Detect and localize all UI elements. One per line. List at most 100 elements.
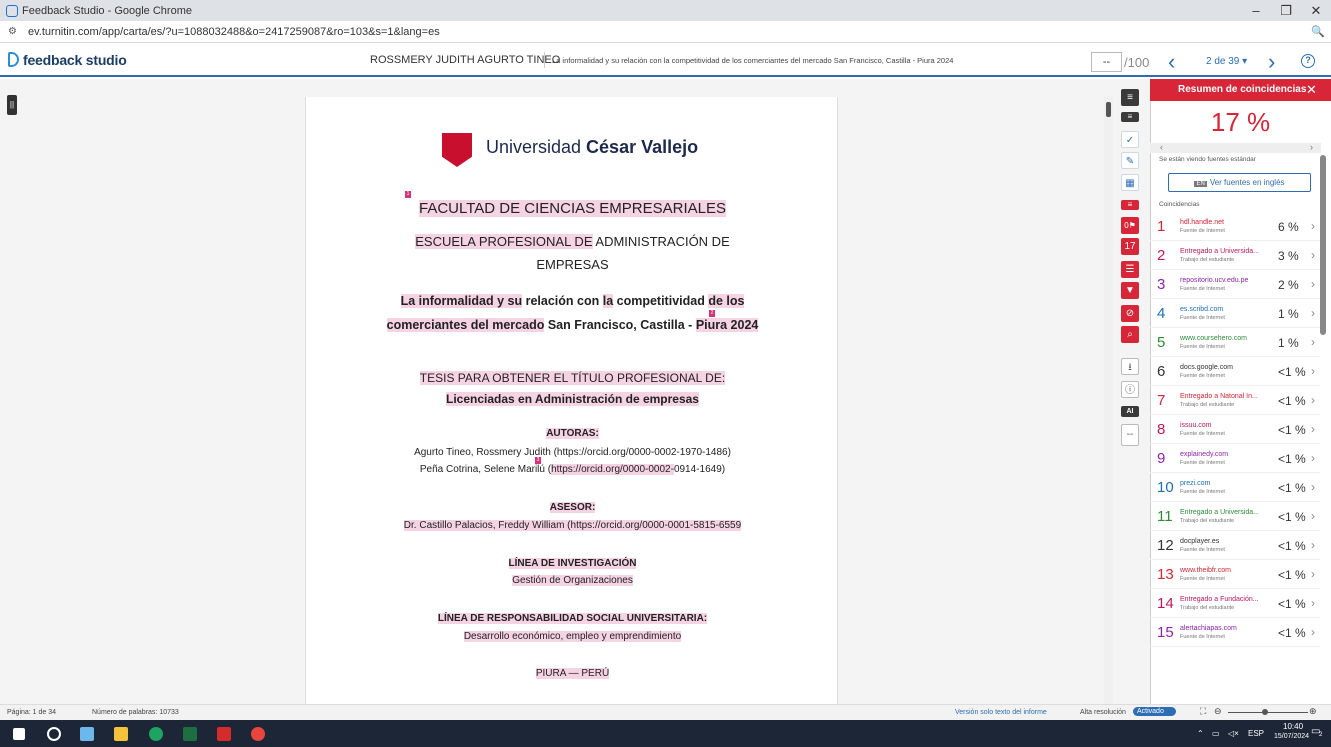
chevron-right-icon[interactable]: ›	[1311, 509, 1315, 523]
grading-grid-icon[interactable]: ▦	[1121, 174, 1139, 191]
chrome-icon[interactable]	[149, 727, 163, 741]
match-row[interactable]: 11 Entregado a Universida... Trabajo del e…	[1150, 502, 1320, 531]
ai-writing-label[interactable]: AI	[1121, 406, 1139, 417]
research-line-text[interactable]: Gestión de Organizaciones	[512, 575, 633, 586]
match-source[interactable]: Entregado a Universida...	[1180, 509, 1259, 516]
maximize-button[interactable]: ❐	[1271, 3, 1301, 19]
match-source[interactable]: www.theibfr.com	[1180, 567, 1231, 574]
zoom-slider[interactable]	[1228, 712, 1308, 713]
title-segment[interactable]: la	[602, 294, 614, 308]
panel-close-icon[interactable]: ✕	[1306, 82, 1317, 98]
match-row[interactable]: 6 docs.google.com Fuente de Internet <1 % ›	[1150, 357, 1320, 386]
title-segment[interactable]: La informalidad y su	[400, 294, 523, 308]
degree-text[interactable]: Licenciadas en Administración de empresa…	[446, 392, 699, 406]
chevron-right-icon[interactable]: ›	[1311, 538, 1315, 552]
minimize-button[interactable]: –	[1241, 3, 1271, 18]
high-res-toggle[interactable]: Activado	[1133, 707, 1176, 716]
match-row[interactable]: 4 es.scribd.com Fuente de Internet 1 % ›	[1150, 299, 1320, 328]
match-source[interactable]: explainedy.com	[1180, 451, 1228, 458]
acrobat-icon[interactable]	[217, 727, 231, 741]
url-text[interactable]: ev.turnitin.com/app/carta/es/?u=10880324…	[28, 26, 1305, 38]
chevron-right-icon[interactable]: ›	[1311, 625, 1315, 639]
advisor-text[interactable]: Dr. Castillo Palacios, Freddy William (h…	[403, 520, 742, 531]
subnav-prev-icon[interactable]: ‹	[1160, 142, 1163, 152]
match-row[interactable]: 13 www.theibfr.com Fuente de Internet <1 % ›	[1150, 560, 1320, 589]
paper-selector-dropdown[interactable]: 2 de 39 ▾	[1206, 56, 1247, 67]
next-paper-button[interactable]: ›	[1268, 49, 1275, 75]
match-source[interactable]: www.coursehero.com	[1180, 335, 1247, 342]
school-text-highlight[interactable]: ESCUELA PROFESIONAL DE	[415, 234, 593, 249]
thesis-purpose-text[interactable]: TESIS PARA OBTENER EL TÍTULO PROFESIONAL…	[419, 371, 726, 385]
text-only-link[interactable]: Versión solo texto del informe	[955, 709, 1047, 716]
match-source[interactable]: hdl.handle.net	[1180, 219, 1224, 226]
match-source[interactable]: repositorio.ucv.edu.pe	[1180, 277, 1248, 284]
chevron-right-icon[interactable]: ›	[1311, 219, 1315, 233]
excel-icon[interactable]	[183, 727, 197, 741]
previous-paper-button[interactable]: ‹	[1168, 49, 1175, 75]
faculty-text[interactable]: FACULTAD DE CIENCIAS EMPRESARIALES	[418, 200, 727, 217]
match-row[interactable]: 9 explainedy.com Fuente de Internet <1 % ›	[1150, 444, 1320, 473]
match-source[interactable]: es.scribd.com	[1180, 306, 1223, 313]
zoom-out-icon[interactable]: ⊖	[1214, 706, 1222, 717]
panel-scrollbar[interactable]	[1320, 155, 1326, 335]
match-source[interactable]: prezi.com	[1180, 480, 1210, 487]
fullscreen-icon[interactable]: ⛶	[1200, 706, 1206, 717]
chevron-right-icon[interactable]: ›	[1311, 364, 1315, 378]
zoom-icon[interactable]: 🔍	[1305, 25, 1331, 38]
authors-label-text[interactable]: AUTORAS:	[546, 428, 599, 439]
match-source[interactable]: docs.google.com	[1180, 364, 1233, 371]
file-explorer-icon[interactable]	[114, 727, 128, 741]
panel-subnav[interactable]: ‹ ›	[1150, 142, 1321, 153]
chevron-right-icon[interactable]: ›	[1311, 567, 1315, 581]
match-row[interactable]: 3 repositorio.ucv.edu.pe Fuente de Interne…	[1150, 270, 1320, 299]
windows-start-icon[interactable]	[13, 728, 25, 740]
chevron-right-icon[interactable]: ›	[1311, 335, 1315, 349]
filter-icon[interactable]: ▼	[1121, 282, 1139, 299]
chevron-right-icon[interactable]: ›	[1311, 422, 1315, 436]
match-row[interactable]: 15 alertachiapas.com Fuente de Internet <1 …	[1150, 618, 1320, 647]
view-english-sources-button[interactable]: EN Ver fuentes en inglés	[1168, 173, 1311, 192]
match-row[interactable]: 5 www.coursehero.com Fuente de Internet 1 %…	[1150, 328, 1320, 357]
chevron-right-icon[interactable]: ›	[1311, 277, 1315, 291]
rsu-text[interactable]: Desarrollo económico, empleo y emprendim…	[463, 631, 682, 642]
sidebar-toggle-button[interactable]: ||	[7, 95, 17, 115]
site-info-icon[interactable]: ⚙	[8, 26, 22, 37]
download-icon[interactable]: ⭳	[1121, 358, 1139, 375]
title-segment[interactable]: comerciantes del mercado	[386, 318, 545, 332]
rubric-icon[interactable]: ✓	[1121, 131, 1139, 148]
advisor-label-text[interactable]: ASESOR:	[549, 502, 596, 513]
clock-date[interactable]: 15/07/2024	[1274, 733, 1309, 740]
language-indicator[interactable]: ESP	[1248, 729, 1264, 738]
match-row[interactable]: 8 issuu.com Fuente de Internet <1 % ›	[1150, 415, 1320, 444]
zoom-in-icon[interactable]: ⊕	[1309, 706, 1317, 717]
similarity-layer-icon[interactable]: ≡	[1121, 200, 1139, 210]
chrome-profile-icon[interactable]	[251, 727, 265, 741]
source-search-icon[interactable]: ⌕	[1121, 326, 1139, 343]
flags-count[interactable]: 0⚑	[1121, 217, 1139, 234]
chevron-right-icon[interactable]: ›	[1311, 248, 1315, 262]
all-sources-icon[interactable]: ☰	[1121, 261, 1139, 278]
match-badge[interactable]: 3	[535, 457, 541, 464]
volume-icon[interactable]: ◁×	[1228, 729, 1239, 738]
document-scroll-thumb[interactable]	[1106, 102, 1111, 117]
search-icon[interactable]	[47, 727, 61, 741]
title-segment[interactable]: Piura 2024	[695, 318, 759, 332]
rsu-label-text[interactable]: LÍNEA DE RESPONSABILIDAD SOCIAL UNIVERSI…	[437, 613, 708, 624]
match-source[interactable]: alertachiapas.com	[1180, 625, 1237, 632]
match-source[interactable]: Entregado a Universida...	[1180, 248, 1259, 255]
layers-icon[interactable]: ≡	[1121, 89, 1139, 106]
tray-chevron-icon[interactable]: ⌃	[1197, 729, 1204, 738]
place-text[interactable]: PIURA — PERÚ	[535, 668, 610, 679]
network-icon[interactable]: ▭	[1212, 729, 1220, 738]
ai-writing-score[interactable]: --	[1121, 424, 1139, 446]
chevron-right-icon[interactable]: ›	[1311, 480, 1315, 494]
document-scrollbar[interactable]	[1104, 96, 1113, 704]
close-window-button[interactable]: ✕	[1301, 3, 1331, 19]
match-badge[interactable]: 1	[405, 191, 411, 198]
feedback-edit-icon[interactable]: ✎	[1121, 152, 1139, 169]
info-icon[interactable]: ⓘ	[1121, 381, 1139, 398]
grade-input[interactable]: --	[1091, 52, 1122, 72]
match-row[interactable]: 7 Entregado a Natonal In... Trabajo del es…	[1150, 386, 1320, 415]
match-source[interactable]: Entregado a Fundación...	[1180, 596, 1259, 603]
match-row[interactable]: 12 docplayer.es Fuente de Internet <1 % ›	[1150, 531, 1320, 560]
